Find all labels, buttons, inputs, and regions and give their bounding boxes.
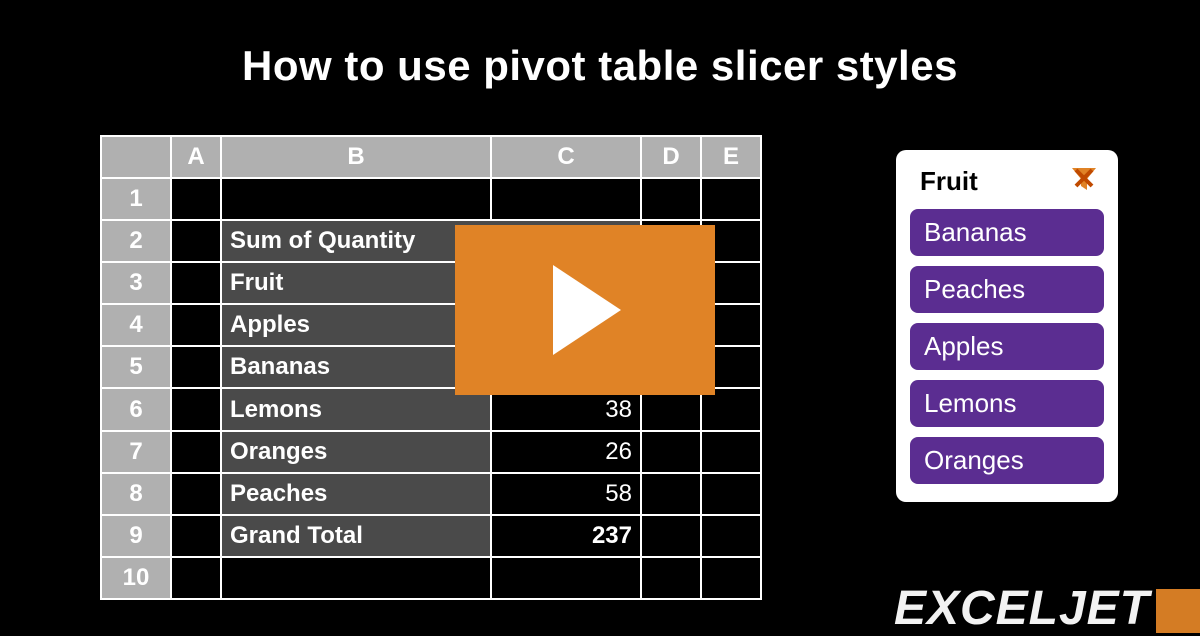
cell-A1[interactable]: [171, 178, 221, 220]
row-header-2[interactable]: 2: [101, 220, 171, 262]
slicer-item-lemons[interactable]: Lemons: [910, 380, 1104, 427]
corner-cell[interactable]: [101, 136, 171, 178]
cell-D7[interactable]: [641, 431, 701, 473]
pivot-item-3-qty[interactable]: 26: [491, 431, 641, 473]
slicer-item-oranges[interactable]: Oranges: [910, 437, 1104, 484]
pivot-item-3-name[interactable]: Oranges: [221, 431, 491, 473]
cell-B1[interactable]: [221, 178, 491, 220]
slicer-header: Fruit: [910, 164, 1104, 209]
cell-A5[interactable]: [171, 346, 221, 388]
cell-E8[interactable]: [701, 473, 761, 515]
play-button[interactable]: [455, 225, 715, 395]
pivot-item-4-qty[interactable]: 58: [491, 473, 641, 515]
pivot-item-2-name[interactable]: Lemons: [221, 388, 491, 430]
pivot-field-label[interactable]: Fruit: [221, 262, 491, 304]
cell-B10[interactable]: [221, 557, 491, 599]
row-header-10[interactable]: 10: [101, 557, 171, 599]
row-header-1[interactable]: 1: [101, 178, 171, 220]
slicer-item-bananas[interactable]: Bananas: [910, 209, 1104, 256]
col-header-B[interactable]: B: [221, 136, 491, 178]
slicer-title: Fruit: [920, 166, 978, 197]
cell-A7[interactable]: [171, 431, 221, 473]
cell-C1[interactable]: [491, 178, 641, 220]
row-header-6[interactable]: 6: [101, 388, 171, 430]
pivot-grand-value[interactable]: 237: [491, 515, 641, 557]
pivot-item-4-name[interactable]: Peaches: [221, 473, 491, 515]
slicer-item-apples[interactable]: Apples: [910, 323, 1104, 370]
clear-filter-icon: [1070, 166, 1098, 192]
cell-C10[interactable]: [491, 557, 641, 599]
row-header-7[interactable]: 7: [101, 431, 171, 473]
cell-A3[interactable]: [171, 262, 221, 304]
row-header-5[interactable]: 5: [101, 346, 171, 388]
row-header-4[interactable]: 4: [101, 304, 171, 346]
play-icon: [545, 265, 625, 355]
watermark-text: EXCELJET: [894, 581, 1150, 636]
cell-A9[interactable]: [171, 515, 221, 557]
cell-E7[interactable]: [701, 431, 761, 473]
watermark: EXCELJET: [894, 581, 1200, 636]
cell-E10[interactable]: [701, 557, 761, 599]
row-header-8[interactable]: 8: [101, 473, 171, 515]
slicer-item-peaches[interactable]: Peaches: [910, 266, 1104, 313]
row-header-9[interactable]: 9: [101, 515, 171, 557]
cell-A2[interactable]: [171, 220, 221, 262]
cell-A6[interactable]: [171, 388, 221, 430]
pivot-grand-label[interactable]: Grand Total: [221, 515, 491, 557]
col-header-E[interactable]: E: [701, 136, 761, 178]
col-header-A[interactable]: A: [171, 136, 221, 178]
cell-A8[interactable]: [171, 473, 221, 515]
cell-E9[interactable]: [701, 515, 761, 557]
watermark-logo-icon: [1156, 589, 1200, 633]
pivot-item-1-name[interactable]: Bananas: [221, 346, 491, 388]
page-title: How to use pivot table slicer styles: [0, 0, 1200, 90]
cell-D8[interactable]: [641, 473, 701, 515]
slicer-panel[interactable]: Fruit Bananas Peaches Apples Lemons Oran…: [896, 150, 1118, 502]
cell-D1[interactable]: [641, 178, 701, 220]
pivot-field-text: Fruit: [230, 269, 283, 296]
row-header-3[interactable]: 3: [101, 262, 171, 304]
col-header-D[interactable]: D: [641, 136, 701, 178]
cell-E1[interactable]: [701, 178, 761, 220]
cell-A10[interactable]: [171, 557, 221, 599]
col-header-C[interactable]: C: [491, 136, 641, 178]
clear-filter-button[interactable]: [1070, 166, 1098, 197]
cell-D9[interactable]: [641, 515, 701, 557]
cell-A4[interactable]: [171, 304, 221, 346]
cell-D10[interactable]: [641, 557, 701, 599]
pivot-item-0-name[interactable]: Apples: [221, 304, 491, 346]
